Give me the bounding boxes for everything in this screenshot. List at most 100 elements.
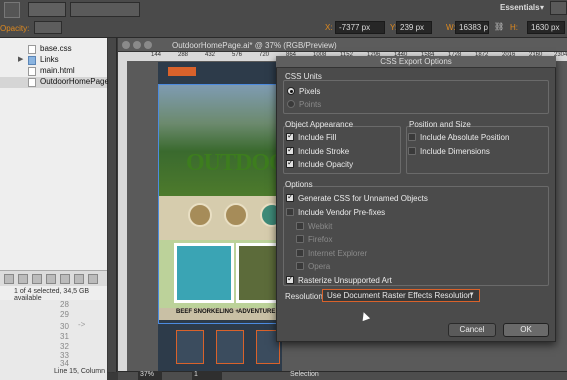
checkbox[interactable] [286,131,294,141]
folder-icon[interactable] [88,274,98,284]
include-absolute-position-checkbox[interactable]: Include Absolute Position [408,133,509,142]
css-units-group [283,80,549,114]
chevron-down-icon[interactable]: ▾ [540,3,544,12]
checkbox[interactable] [286,158,294,168]
file-name: base.css [40,44,72,53]
dialog-title: CSS Export Options [276,56,556,68]
h-field[interactable]: 1630 px [527,21,565,34]
file-name: Links [40,55,59,64]
selection-bounding-box[interactable] [158,84,282,324]
opera-checkbox[interactable]: Opera [296,262,330,271]
folder-icon[interactable] [74,274,84,284]
line-number: 29 [60,310,69,319]
radio-button[interactable] [287,100,295,108]
checkbox-label: Internet Explorer [308,249,368,258]
checkbox-label: Opera [308,262,331,271]
internet-explorer-checkbox[interactable]: Internet Explorer [296,249,367,258]
checkbox-label: Include Stroke [298,147,350,156]
top-dropdown[interactable] [70,2,140,17]
file-icon [28,67,36,76]
finder-status: 1 of 4 selected, 34,5 GB available [0,288,107,302]
checkbox[interactable] [286,145,294,155]
pixels-radio[interactable]: Pixels [287,87,320,96]
checkbox[interactable] [296,249,304,257]
list-item[interactable]: ▶ Links [0,55,107,66]
tool-strip[interactable] [108,38,117,372]
include-opacity-checkbox[interactable]: Include Opacity [286,158,353,169]
checkbox[interactable] [296,262,304,270]
resolution-label: Resolution: [285,292,326,301]
opacity-field[interactable] [34,21,62,34]
search-icon[interactable] [550,1,567,15]
design-footer-box [216,330,244,364]
ruler-tick: 288 [178,52,189,58]
checkbox-label: Include Vendor Pre-fixes [298,208,386,217]
zoom-field[interactable]: 37% [138,371,162,380]
disclosure-triangle-icon[interactable]: ▶ [18,55,23,63]
document-title: OutdoorHomePage.ai* @ 37% (RGB/Preview) [172,41,337,50]
checkbox[interactable] [286,192,294,202]
arrow-glyph: -> [78,320,86,329]
checkbox[interactable] [286,208,294,216]
line-number: 28 [60,300,69,309]
cursor-position: Line 15, Column 23 [54,368,115,375]
webkit-checkbox[interactable]: Webkit [296,222,332,231]
vendor-prefixes-checkbox[interactable]: Include Vendor Pre-fixes [286,208,385,217]
line-number: 30 [60,322,69,331]
generate-css-checkbox[interactable]: Generate CSS for Unnamed Objects [286,192,428,203]
top-search-field[interactable] [28,2,66,17]
radio-button[interactable] [287,87,295,95]
view-icon[interactable] [4,274,14,284]
checkbox-label: Include Absolute Position [420,133,510,142]
include-dimensions-checkbox[interactable]: Include Dimensions [408,147,490,156]
checkbox[interactable] [296,222,304,230]
status-bar [118,371,567,380]
resolution-select[interactable]: Use Document Raster Effects Resolution [322,289,480,302]
include-stroke-checkbox[interactable]: Include Stroke [286,145,350,156]
group-label: Options [285,180,313,189]
status-tool[interactable]: Selection [290,371,319,378]
checkbox[interactable] [408,147,416,155]
checkbox-label: Firefox [308,235,333,244]
h-label: H: [510,23,518,32]
points-radio[interactable]: Points [287,100,321,109]
view-icon[interactable] [18,274,28,284]
folder-icon[interactable] [46,274,56,284]
x-label: X: [325,23,333,32]
list-item[interactable]: main.html [0,66,107,77]
file-icon [28,78,36,87]
cancel-button[interactable]: Cancel [448,323,496,337]
list-item[interactable]: OutdoorHomePage.ai [0,77,117,88]
checkbox[interactable] [286,274,294,284]
y-field[interactable]: 239 px [396,21,432,34]
folder-icon[interactable] [60,274,70,284]
checkbox-label: Webkit [308,222,333,231]
finder-toolbar [0,270,107,286]
link-dimensions-icon[interactable]: ⛓ [494,22,504,31]
checkbox[interactable] [408,133,416,141]
line-number: 34 [60,359,69,368]
checkbox-label: Generate CSS for Unnamed Objects [298,194,428,203]
zoom-icon[interactable] [144,41,152,49]
x-field[interactable]: -7377 px [335,21,385,34]
ok-button[interactable]: OK [503,323,549,337]
design-footer-box [176,330,204,364]
include-fill-checkbox[interactable]: Include Fill [286,131,336,142]
workspace-switcher[interactable]: Essentials [500,3,540,12]
artboard-navigator[interactable]: 1 [192,371,222,380]
opacity-label: Opacity: [0,24,30,33]
w-field[interactable]: 16383 px [455,21,489,34]
minimize-icon[interactable] [133,41,141,49]
ruler-tick: 720 [259,52,270,58]
list-item[interactable]: base.css [0,44,107,55]
rasterize-checkbox[interactable]: Rasterize Unsupported Art [286,274,392,285]
vertical-ruler[interactable] [118,61,127,371]
chevron-down-icon[interactable]: ▾ [470,290,474,298]
file-name: main.html [40,66,75,75]
app-icon[interactable] [4,2,20,18]
radio-label: Pixels [299,87,321,96]
home-icon[interactable] [32,274,42,284]
checkbox[interactable] [296,235,304,243]
close-icon[interactable] [122,41,130,49]
firefox-checkbox[interactable]: Firefox [296,235,332,244]
